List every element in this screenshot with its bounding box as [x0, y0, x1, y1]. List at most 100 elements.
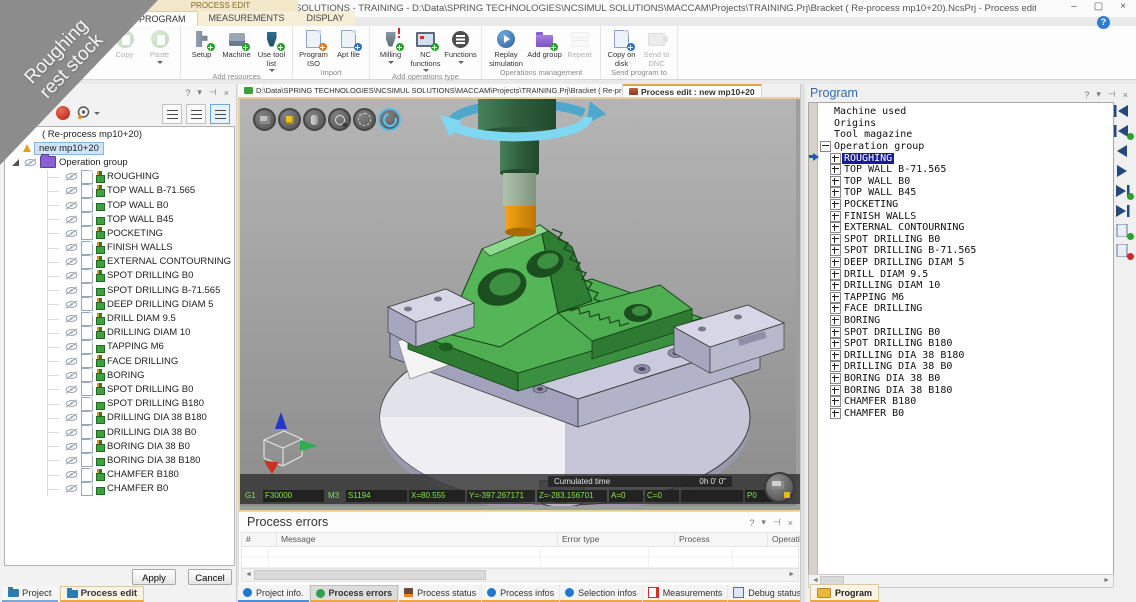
- expand-icon[interactable]: [830, 269, 841, 280]
- setup-button[interactable]: Setup: [184, 27, 219, 72]
- scroll-thumb[interactable]: [254, 570, 486, 580]
- operation-row[interactable]: BORING: [5, 368, 234, 382]
- machine-status-button[interactable]: [764, 472, 795, 503]
- expand-icon[interactable]: [830, 350, 841, 361]
- column-header[interactable]: Message: [277, 533, 558, 546]
- panel-help-icon[interactable]: ?: [749, 518, 754, 528]
- paste-button[interactable]: Paste: [142, 27, 177, 68]
- target-button[interactable]: [76, 105, 100, 120]
- program-operation-row[interactable]: DEEP DRILLING DIAM 5: [820, 257, 1113, 269]
- expand-icon[interactable]: [830, 257, 841, 268]
- program-operation-row[interactable]: DRILLING DIAM 10: [820, 280, 1113, 292]
- 3d-viewport[interactable]: Cumulated time 0h 0' 0" G1 F30000 M3 S11…: [238, 97, 802, 512]
- window-tab[interactable]: Process edit: [60, 586, 145, 602]
- copy-on-disk-button[interactable]: Copy on disk: [604, 27, 639, 68]
- panel-pin-icon[interactable]: ⊣: [1108, 89, 1116, 100]
- machine-view-button[interactable]: [253, 108, 276, 131]
- operation-row[interactable]: POCKETING: [5, 226, 234, 240]
- use-tool-list-button[interactable]: Use tool list: [254, 27, 289, 72]
- scroll-left-icon[interactable]: ◄: [245, 570, 252, 579]
- window-tab[interactable]: Project: [2, 586, 58, 602]
- expand-icon[interactable]: [830, 199, 841, 210]
- program-operation-row[interactable]: SPOT DRILLING B0: [820, 326, 1113, 338]
- visibility-eye-icon[interactable]: [65, 328, 78, 337]
- expand-icon[interactable]: [830, 280, 841, 291]
- milling-button[interactable]: Milling: [373, 27, 408, 72]
- column-header[interactable]: Error type: [558, 533, 675, 546]
- panel-menu-icon[interactable]: ▾: [761, 517, 766, 528]
- ribbon-tab[interactable]: DISPLAY: [296, 11, 355, 26]
- expand-icon[interactable]: [830, 245, 841, 256]
- operation-group-row[interactable]: Operation group: [5, 155, 234, 169]
- ribbon-tab[interactable]: MEASUREMENTS: [198, 11, 296, 26]
- visibility-eye-icon[interactable]: [65, 271, 78, 280]
- operation-row[interactable]: TOP WALL B-71.565: [5, 184, 234, 198]
- program-group-row[interactable]: Operation group: [820, 141, 1113, 153]
- visibility-eye-icon[interactable]: [65, 172, 78, 181]
- operation-row[interactable]: DRILLING DIAM 10: [5, 326, 234, 340]
- restore-button[interactable]: ▢: [1094, 1, 1103, 12]
- operation-row[interactable]: ROUGHING: [5, 170, 234, 184]
- operation-row[interactable]: TOP WALL B0: [5, 198, 234, 212]
- view-list-button-3[interactable]: [210, 104, 230, 124]
- panel-close-icon[interactable]: ×: [224, 88, 229, 98]
- visibility-eye-icon[interactable]: [65, 371, 78, 380]
- operation-row[interactable]: TOP WALL B45: [5, 212, 234, 226]
- panel-close-icon[interactable]: ×: [788, 518, 793, 528]
- visibility-eye-icon[interactable]: [24, 158, 37, 167]
- nc-functions-button[interactable]: NC functions: [408, 27, 443, 72]
- visibility-eye-icon[interactable]: [65, 385, 78, 394]
- previous-tool-button[interactable]: [1114, 124, 1131, 137]
- operation-row[interactable]: DRILLING DIA 38 B0: [5, 425, 234, 439]
- operation-row[interactable]: SPOT DRILLING B180: [5, 397, 234, 411]
- replay-simulation-button[interactable]: Replay simulation: [485, 27, 527, 68]
- operation-row[interactable]: BORING DIA 38 B0: [5, 439, 234, 453]
- panel-menu-icon[interactable]: ▾: [1096, 89, 1101, 100]
- program-operation-row[interactable]: SPOT DRILLING B0: [820, 234, 1113, 246]
- program-item-row[interactable]: Machine used: [820, 106, 1113, 118]
- visibility-eye-icon[interactable]: [65, 470, 78, 479]
- expand-icon[interactable]: [12, 159, 19, 166]
- expand-icon[interactable]: [830, 292, 841, 303]
- expand-icon[interactable]: [830, 408, 841, 419]
- program-operation-row[interactable]: SPOT DRILLING B180: [820, 338, 1113, 350]
- operation-row[interactable]: SPOT DRILLING B0: [5, 382, 234, 396]
- operation-row[interactable]: TAPPING M6: [5, 340, 234, 354]
- expand-icon[interactable]: [830, 373, 841, 384]
- operation-row[interactable]: DEEP DRILLING DIAM 5: [5, 297, 234, 311]
- visibility-eye-icon[interactable]: [65, 257, 78, 266]
- visibility-eye-icon[interactable]: [65, 413, 78, 422]
- expand-icon[interactable]: [830, 361, 841, 372]
- program-operation-row[interactable]: DRILLING DIA 38 B0: [820, 361, 1113, 373]
- program-operation-row[interactable]: DRILLING DIA 38 B180: [820, 349, 1113, 361]
- program-operation-row[interactable]: POCKETING: [820, 199, 1113, 211]
- operation-row[interactable]: BORING DIA 38 B180: [5, 453, 234, 467]
- program-operation-row[interactable]: FACE DRILLING: [820, 303, 1113, 315]
- visibility-eye-icon[interactable]: [65, 186, 78, 195]
- column-header[interactable]: Process: [675, 533, 768, 546]
- view-list-button-2[interactable]: [186, 104, 206, 124]
- expand-icon[interactable]: [830, 315, 841, 326]
- close-button[interactable]: ×: [1120, 1, 1126, 12]
- program-operation-row[interactable]: DRILL DIAM 9.5: [820, 268, 1113, 280]
- expand-icon[interactable]: [830, 153, 841, 164]
- program-bottom-tab[interactable]: Program: [810, 584, 879, 602]
- panel-pin-icon[interactable]: ⊣: [209, 87, 217, 98]
- status-tab[interactable]: Debug status: [728, 585, 806, 602]
- operation-row[interactable]: FINISH WALLS: [5, 241, 234, 255]
- operation-row[interactable]: SPOT DRILLING B-71.565: [5, 283, 234, 297]
- program-operation-row[interactable]: BORING DIA 38 B180: [820, 384, 1113, 396]
- machine-button[interactable]: Machine: [219, 27, 254, 72]
- program-operation-row[interactable]: TAPPING M6: [820, 292, 1113, 304]
- apt-file-button[interactable]: Apt file: [331, 27, 366, 68]
- program-operation-row[interactable]: ROUGHING: [820, 152, 1113, 164]
- visibility-eye-icon[interactable]: [65, 229, 78, 238]
- visibility-eye-icon[interactable]: [65, 456, 78, 465]
- expand-icon[interactable]: [830, 396, 841, 407]
- program-operation-row[interactable]: EXTERNAL CONTOURNING: [820, 222, 1113, 234]
- visibility-eye-icon[interactable]: [65, 399, 78, 408]
- repeat-button[interactable]: Repeat: [562, 27, 597, 68]
- status-tab[interactable]: Process infos: [482, 585, 559, 602]
- scroll-right-icon[interactable]: ►: [1103, 576, 1110, 585]
- status-tab[interactable]: Process errors: [310, 585, 399, 602]
